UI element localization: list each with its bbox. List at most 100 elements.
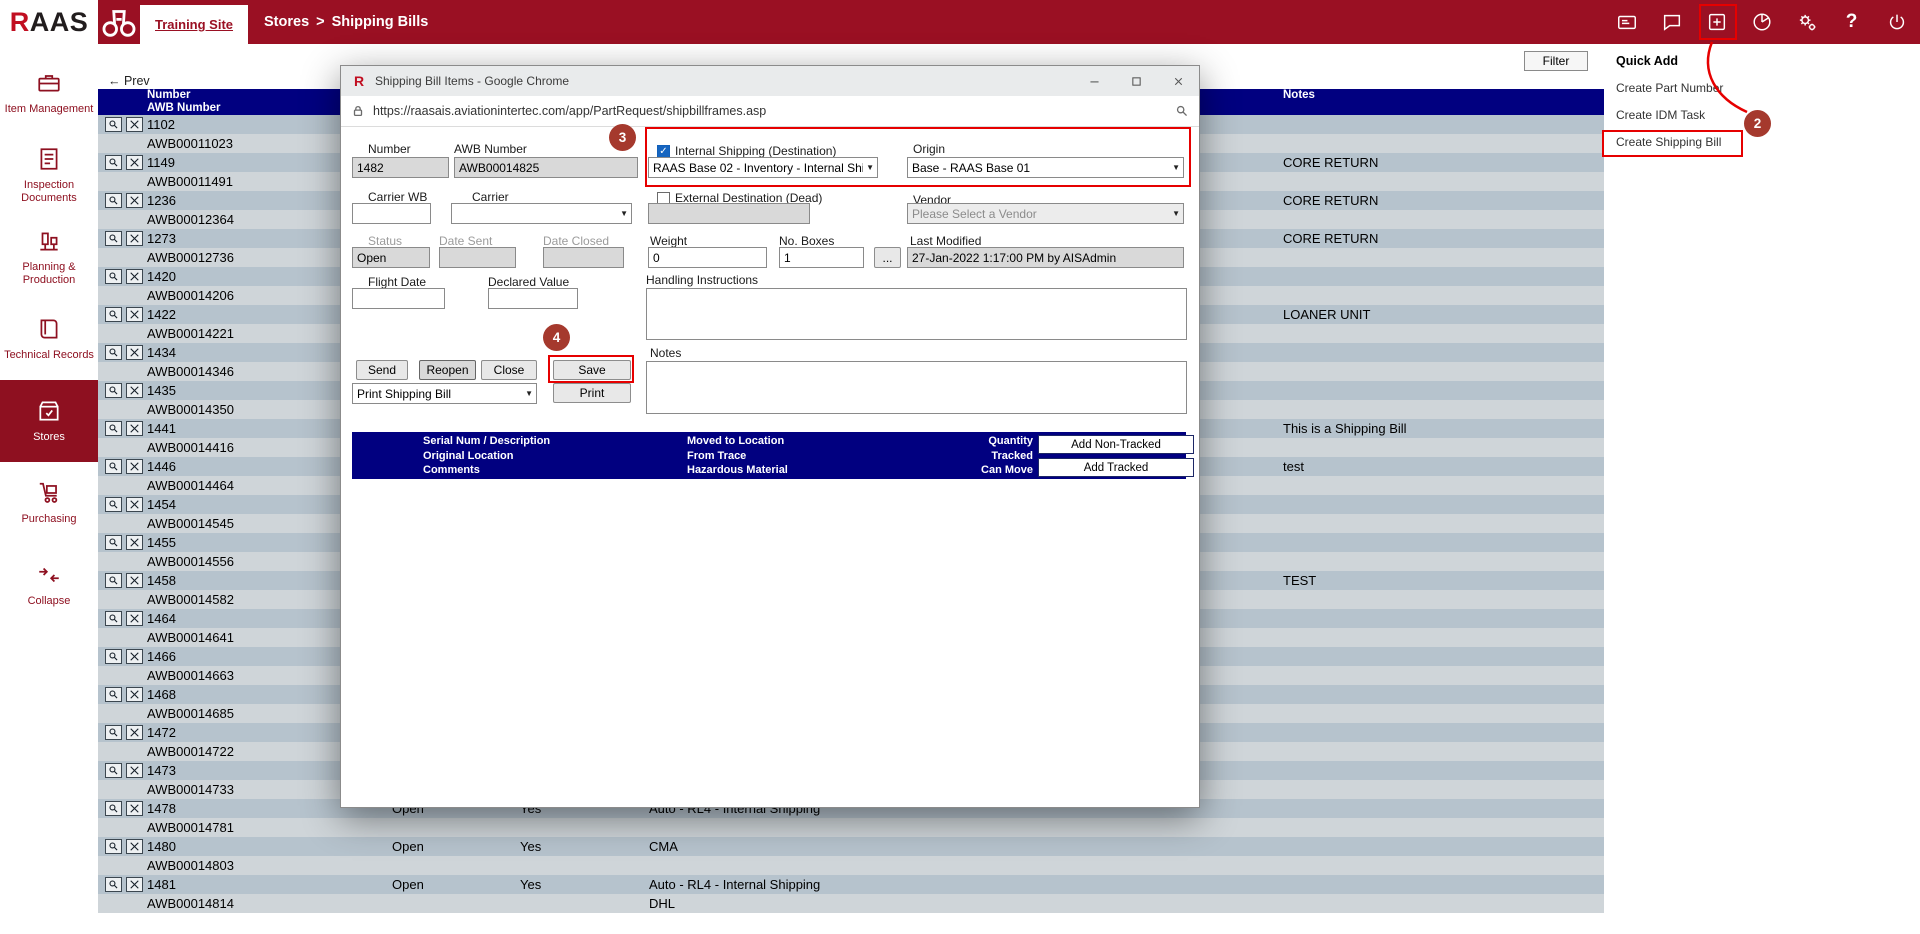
row-view-button[interactable] bbox=[105, 877, 122, 892]
sidebar-item-collapse[interactable]: Collapse bbox=[0, 544, 98, 626]
row-view-button[interactable] bbox=[105, 573, 122, 588]
row-delete-button[interactable] bbox=[126, 573, 143, 588]
row-delete-button[interactable] bbox=[126, 801, 143, 816]
sidebar-item-planning-production[interactable]: Planning & Production bbox=[0, 216, 98, 298]
minimize-button[interactable] bbox=[1073, 66, 1115, 96]
row-view-button[interactable] bbox=[105, 117, 122, 132]
row-delete-button[interactable] bbox=[126, 877, 143, 892]
row-view-button[interactable] bbox=[105, 649, 122, 664]
sidebar-item-label: Inspection Documents bbox=[3, 179, 95, 204]
awb-number-field[interactable]: AWB00014825 bbox=[454, 157, 638, 178]
tab-training-site[interactable]: Training Site bbox=[140, 5, 248, 44]
sidebar-item-purchasing[interactable]: Purchasing bbox=[0, 462, 98, 544]
row-view-button[interactable] bbox=[105, 193, 122, 208]
dashboard-button[interactable] bbox=[1609, 5, 1644, 40]
sidebar-item-inspection-documents[interactable]: Inspection Documents bbox=[0, 134, 98, 216]
row-delete-button[interactable] bbox=[126, 725, 143, 740]
window-title-bar[interactable]: R Shipping Bill Items - Google Chrome bbox=[341, 66, 1199, 96]
power-button[interactable] bbox=[1879, 5, 1914, 40]
row-delete-button[interactable] bbox=[126, 117, 143, 132]
row-view-button[interactable] bbox=[105, 459, 122, 474]
row-view-button[interactable] bbox=[105, 763, 122, 778]
declared-value-field[interactable] bbox=[488, 288, 578, 309]
close-button[interactable] bbox=[1157, 66, 1199, 96]
shipping-bill-items-window: R Shipping Bill Items - Google Chrome ht… bbox=[340, 65, 1200, 808]
filter-button[interactable]: Filter bbox=[1524, 51, 1588, 71]
help-button[interactable]: ? bbox=[1834, 5, 1869, 40]
chat-button[interactable] bbox=[1654, 5, 1689, 40]
grid-header-line: Moved to Location bbox=[687, 434, 788, 449]
row-view-button[interactable] bbox=[105, 535, 122, 550]
row-view-button[interactable] bbox=[105, 725, 122, 740]
row-delete-button[interactable] bbox=[126, 687, 143, 702]
row-actions bbox=[98, 459, 147, 474]
reopen-button[interactable]: Reopen bbox=[419, 360, 476, 380]
row-view-button[interactable] bbox=[105, 383, 122, 398]
settings-button[interactable] bbox=[1789, 5, 1824, 40]
row-view-button[interactable] bbox=[105, 269, 122, 284]
origin-select[interactable]: Base - RAAS Base 01▼ bbox=[907, 157, 1184, 178]
row-delete-button[interactable] bbox=[126, 497, 143, 512]
zoom-icon[interactable] bbox=[1175, 104, 1189, 118]
row-delete-button[interactable] bbox=[126, 611, 143, 626]
carrier-wb-field[interactable] bbox=[352, 203, 431, 224]
row-view-button[interactable] bbox=[105, 611, 122, 626]
row-view-button[interactable] bbox=[105, 155, 122, 170]
quick-add-title: Quick Add bbox=[1604, 44, 1916, 74]
row-delete-button[interactable] bbox=[126, 231, 143, 246]
notes-textarea[interactable] bbox=[646, 361, 1187, 414]
row-delete-button[interactable] bbox=[126, 839, 143, 854]
menu-item-create-part-number[interactable]: Create Part Number bbox=[1604, 74, 1916, 101]
row-delete-button[interactable] bbox=[126, 269, 143, 284]
row-view-button[interactable] bbox=[105, 839, 122, 854]
table-row[interactable]: 1480 Open Yes CMA AWB00014803 bbox=[98, 837, 1604, 875]
print-option-select[interactable]: Print Shipping Bill▼ bbox=[352, 383, 537, 404]
print-button[interactable]: Print bbox=[553, 383, 631, 403]
delete-x-icon bbox=[129, 765, 140, 776]
add-non-tracked-button[interactable]: Add Non-Tracked bbox=[1038, 435, 1194, 454]
row-delete-button[interactable] bbox=[126, 193, 143, 208]
row-delete-button[interactable] bbox=[126, 383, 143, 398]
carrier-select[interactable]: ▼ bbox=[451, 203, 632, 224]
row-delete-button[interactable] bbox=[126, 763, 143, 778]
sidebar-item-item-management[interactable]: Item Management bbox=[0, 52, 98, 134]
row-delete-button[interactable] bbox=[126, 345, 143, 360]
breadcrumb-section[interactable]: Stores bbox=[264, 14, 309, 30]
close-bill-button[interactable]: Close bbox=[481, 360, 537, 380]
quick-add-button[interactable] bbox=[1699, 5, 1734, 40]
row-view-button[interactable] bbox=[105, 421, 122, 436]
handling-instructions-textarea[interactable] bbox=[646, 288, 1187, 340]
number-field[interactable]: 1482 bbox=[352, 157, 449, 178]
row-delete-button[interactable] bbox=[126, 421, 143, 436]
no-boxes-field[interactable]: 1 bbox=[779, 247, 864, 268]
table-row[interactable]: 1481 Open Yes Auto - RL4 - Internal Ship… bbox=[98, 875, 1604, 913]
weight-field[interactable]: 0 bbox=[648, 247, 767, 268]
binoculars-search-button[interactable] bbox=[98, 0, 140, 44]
delete-x-icon bbox=[129, 195, 140, 206]
row-delete-button[interactable] bbox=[126, 649, 143, 664]
reports-button[interactable] bbox=[1744, 5, 1779, 40]
sidebar-item-stores[interactable]: Stores bbox=[0, 380, 98, 462]
sidebar-item-technical-records[interactable]: Technical Records bbox=[0, 298, 98, 380]
row-view-button[interactable] bbox=[105, 307, 122, 322]
row-delete-button[interactable] bbox=[126, 535, 143, 550]
prev-page-link[interactable]: ← Prev bbox=[108, 74, 150, 88]
boxes-ellipsis-button[interactable]: ... bbox=[874, 247, 901, 268]
add-tracked-button[interactable]: Add Tracked bbox=[1038, 458, 1194, 477]
row-delete-button[interactable] bbox=[126, 155, 143, 170]
maximize-button[interactable] bbox=[1115, 66, 1157, 96]
row-view-button[interactable] bbox=[105, 801, 122, 816]
row-delete-button[interactable] bbox=[126, 459, 143, 474]
row-view-button[interactable] bbox=[105, 687, 122, 702]
save-button[interactable]: Save bbox=[553, 360, 631, 380]
row-view-button[interactable] bbox=[105, 231, 122, 246]
magnifier-icon bbox=[108, 613, 119, 624]
row-view-button[interactable] bbox=[105, 497, 122, 512]
url-bar[interactable]: https://raasais.aviationintertec.com/app… bbox=[341, 96, 1199, 127]
destination-select[interactable]: RAAS Base 02 - Inventory - Internal Ship… bbox=[648, 157, 878, 178]
row-actions bbox=[98, 231, 147, 246]
flight-date-field[interactable] bbox=[352, 288, 445, 309]
row-delete-button[interactable] bbox=[126, 307, 143, 322]
send-button[interactable]: Send bbox=[356, 360, 408, 380]
row-view-button[interactable] bbox=[105, 345, 122, 360]
